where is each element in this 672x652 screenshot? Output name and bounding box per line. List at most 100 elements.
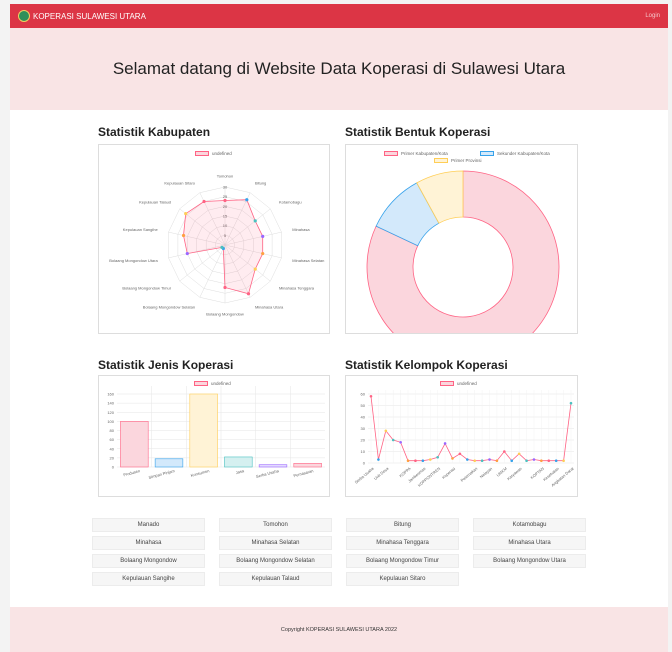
bar-x-tick: Produsen xyxy=(123,468,141,477)
line-point xyxy=(480,459,484,462)
line-y-tick: 0 xyxy=(363,461,366,466)
line-y-tick: 30 xyxy=(361,426,366,431)
radar-point xyxy=(223,198,227,203)
line-point xyxy=(384,429,388,433)
bar xyxy=(224,456,253,468)
line-point xyxy=(458,452,462,456)
line-point xyxy=(414,459,417,462)
line-point xyxy=(495,459,499,462)
bar-y-tick: 100 xyxy=(107,419,114,424)
hero-banner: Selamat datang di Website Data Koperasi … xyxy=(10,28,668,110)
region-button-bolaang-mongondow[interactable]: Bolaang Mongondow xyxy=(92,554,205,568)
line-point xyxy=(525,459,528,462)
line-point xyxy=(540,459,543,462)
line-point xyxy=(428,458,432,461)
region-button-minahasa-utara[interactable]: Minahasa Utara xyxy=(473,536,586,550)
radar-point xyxy=(184,212,188,216)
line-chart: 0102030405060Serba UsahaUnit Desa KOPPAJa… xyxy=(354,390,575,488)
bar-y-tick: 20 xyxy=(110,455,115,460)
region-button-grid: Manado Tomohon Bitung Kotamobagu Minahasa Min… xyxy=(92,518,586,586)
radar-axis-label: Bolaang Mongondow Timur xyxy=(122,286,171,291)
region-button-kepulauan-sitaro[interactable]: Kepulauan Sitaro xyxy=(346,572,459,586)
line-point xyxy=(532,458,536,461)
line-point xyxy=(488,458,491,461)
radar-point xyxy=(181,233,186,238)
bar-x-tick: Jasa xyxy=(235,468,245,475)
radar-tick-label: 25 xyxy=(223,194,228,199)
region-button-bolaang-mongondow-selatan[interactable]: Bolaang Mongondow Selatan xyxy=(219,554,332,568)
line-point xyxy=(421,459,425,462)
line-x-tick: Unit Desa xyxy=(373,465,390,481)
radar-axis-label: Minahasa Selatan xyxy=(292,258,324,263)
line-point xyxy=(569,401,573,405)
bar-y-tick: 140 xyxy=(107,401,114,406)
login-link[interactable]: Login xyxy=(645,13,660,19)
brand-label: KOPERASI SULAWESI UTARA xyxy=(33,11,146,21)
radar-chart: 51015202530TomohonBitungKotamobaguMinaha… xyxy=(109,174,324,317)
region-button-minahasa-selatan[interactable]: Minahasa Selatan xyxy=(219,536,332,550)
bar-x-tick: Serba Usaha xyxy=(255,468,280,479)
line-y-tick: 40 xyxy=(361,415,366,420)
line-point xyxy=(391,438,395,442)
radar-axis-label: Minahasa Utara xyxy=(255,305,284,310)
chart-card-kabupaten: undefined 51015202530TomohonBitungKotamo… xyxy=(98,144,330,334)
chart-card-kelompok: undefined 0 10 20 30 40 50 60 Serba Usaha Unit D… xyxy=(345,375,578,497)
region-button-minahasa[interactable]: Minahasa xyxy=(92,536,205,550)
bar xyxy=(154,458,184,468)
radar-axis-label: Tomohon xyxy=(217,174,233,179)
bar-y-tick: 40 xyxy=(110,446,115,451)
radar-point xyxy=(261,252,265,256)
line-point xyxy=(451,457,454,460)
bar-y-tick: 120 xyxy=(107,410,114,415)
region-button-kepulauan-sangihe[interactable]: Kepulauan Sangihe xyxy=(92,572,205,586)
section-title-bentuk: Statistik Bentuk Koperasi xyxy=(345,125,491,139)
radar-point xyxy=(246,292,251,296)
line-point xyxy=(377,458,380,461)
line-point xyxy=(406,459,410,462)
bar-x-tick: Konsumen xyxy=(190,468,210,478)
bar xyxy=(258,464,288,468)
radar-axis-label: Minahasa Tenggara xyxy=(279,286,315,291)
region-button-bitung[interactable]: Bitung xyxy=(346,518,459,532)
line-point xyxy=(562,459,565,462)
line-point xyxy=(503,450,506,453)
region-button-manado[interactable]: Manado xyxy=(92,518,205,532)
navbar-brand[interactable]: KOPERASI SULAWESI UTARA xyxy=(18,10,146,22)
section-title-kelompok: Statistik Kelompok Koperasi xyxy=(345,358,508,372)
line-x-tick: UMKM xyxy=(495,466,508,478)
copyright-text: Copyright KOPERASI SULAWESI UTARA 2022 xyxy=(280,626,398,633)
radar-point xyxy=(223,285,227,290)
radar-point xyxy=(253,219,257,223)
section-title-jenis: Statistik Jenis Koperasi xyxy=(98,358,234,372)
line-y-tick: 20 xyxy=(361,438,366,443)
footer: Copyright KOPERASI SULAWESI UTARA 2022 xyxy=(10,607,668,652)
region-button-bolaang-mongondow-timur[interactable]: Bolaang Mongondow Timur xyxy=(346,554,459,568)
line-x-tick: Serba Usaha xyxy=(354,465,376,484)
bar-x-tick: Pemasaran xyxy=(293,468,314,478)
line-point xyxy=(369,395,373,398)
line-point xyxy=(443,442,447,445)
region-button-minahasa-tenggara[interactable]: Minahasa Tenggara xyxy=(346,536,459,550)
radar-point xyxy=(253,267,257,271)
radar-axis-label: Bitung xyxy=(255,180,266,185)
radar-point xyxy=(220,245,224,250)
line-y-tick: 50 xyxy=(361,403,366,408)
region-button-tomohon[interactable]: Tomohon xyxy=(219,518,332,532)
region-button-kotamobagu[interactable]: Kotamobagu xyxy=(473,518,586,532)
line-point xyxy=(399,441,402,444)
radar-point xyxy=(202,199,206,204)
radar-axis-label: Bolaang Mongondow xyxy=(206,312,244,317)
bar-y-tick: 0 xyxy=(112,465,115,470)
bar-y-tick: 60 xyxy=(110,437,115,442)
radar-axis-label: Kepulauan Sangihe xyxy=(123,227,159,232)
radar-axis-label: Minahasa xyxy=(292,227,310,232)
logo-icon xyxy=(18,10,30,22)
line-x-tick: Karyawan xyxy=(506,466,523,481)
chart-card-bentuk: Primer Kabupaten/Kota Sekunder Kabupaten… xyxy=(345,144,578,334)
region-button-bolaang-mongondow-utara[interactable]: Bolaang Mongondow Utara xyxy=(473,554,586,568)
bar xyxy=(120,421,149,468)
line-point xyxy=(436,455,439,459)
region-button-kepulauan-talaud[interactable]: Kepulauan Talaud xyxy=(219,572,332,586)
chart-card-jenis: undefined 0 20 40 60 80 100 120 140 160 Produsen S… xyxy=(98,375,330,497)
bar-y-tick: 160 xyxy=(107,392,114,397)
